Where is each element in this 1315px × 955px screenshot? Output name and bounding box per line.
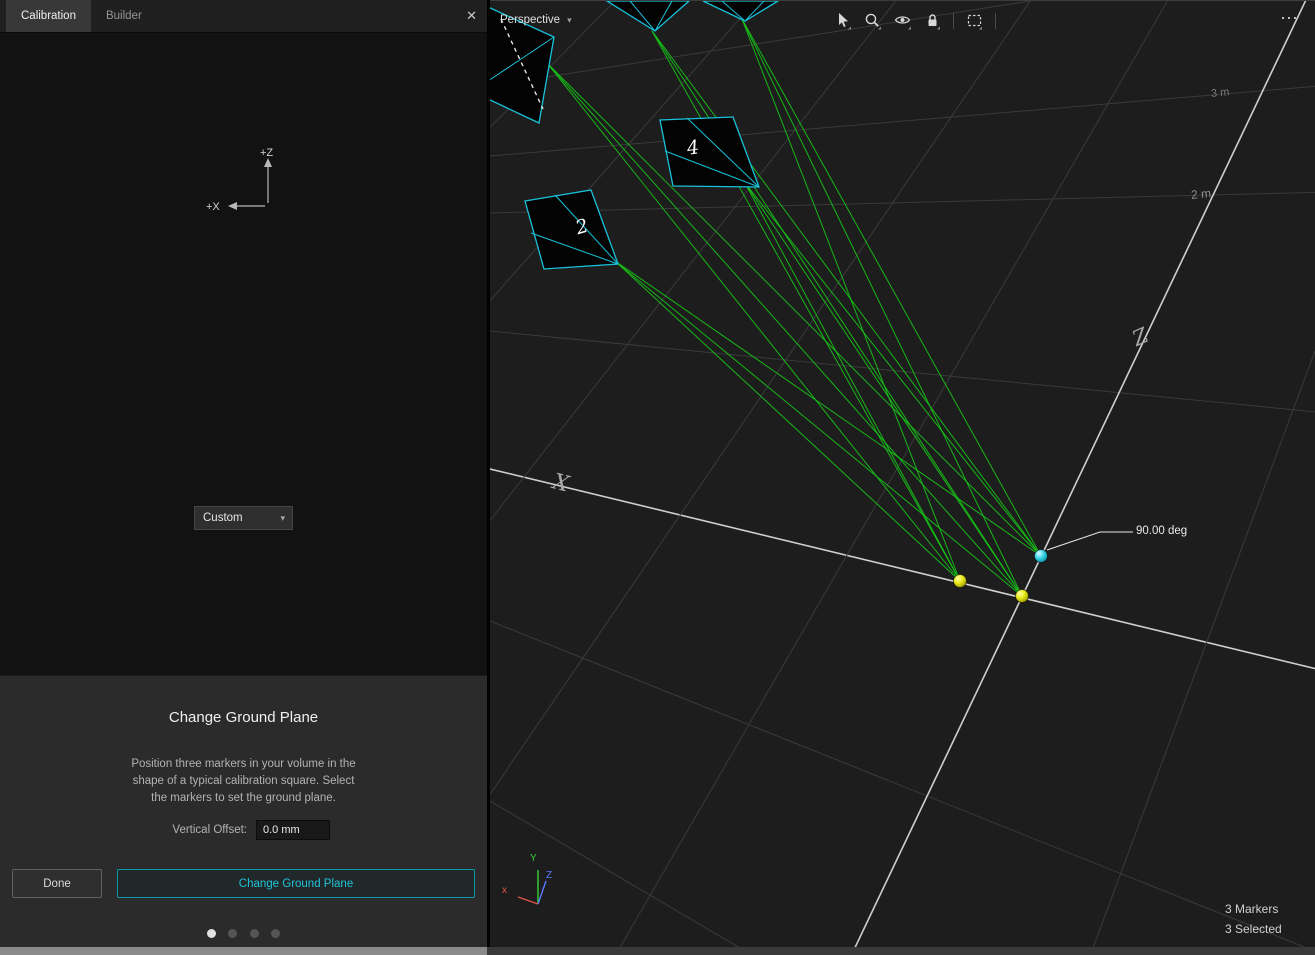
view-mode-dropdown[interactable]: Perspective ▾ [500, 14, 572, 26]
tracking-ray [745, 183, 1041, 556]
cursor-tool-icon[interactable] [835, 12, 852, 30]
tracking-ray [547, 63, 960, 581]
selected-count: 3 Selected [1225, 922, 1282, 936]
viewport-toolbar [835, 12, 996, 30]
grid-3m-label: 3 m [1210, 86, 1229, 100]
tab-builder[interactable]: Builder [91, 0, 157, 32]
tab-calibration[interactable]: Calibration [6, 0, 91, 32]
chevron-down-icon: ▾ [567, 15, 572, 26]
close-icon[interactable]: ✕ [466, 8, 477, 24]
marker-sphere[interactable] [954, 575, 967, 588]
camera-frustum[interactable] [525, 190, 618, 269]
page-dot[interactable] [228, 929, 237, 938]
page-dot[interactable] [250, 929, 259, 938]
grid-line [487, 86, 1315, 157]
marker-sphere[interactable] [1035, 550, 1048, 563]
panel-divider[interactable] [487, 0, 490, 947]
done-button[interactable]: Done [12, 869, 102, 898]
view-mode-value: Perspective [500, 14, 560, 26]
tracking-ray [742, 19, 1022, 596]
grid-x-axis-line [487, 467, 1315, 669]
grid-2m-label: 2 m [1190, 186, 1211, 202]
axis-z-label: +Z [260, 147, 273, 159]
grid-line [1090, 1, 1315, 947]
more-options-icon[interactable]: ⋯ [1280, 8, 1299, 29]
angle-annotation: 90.00 deg [1136, 525, 1187, 537]
grid-line [487, 618, 1315, 947]
tracking-ray [742, 19, 960, 581]
marker-sphere[interactable] [1016, 590, 1029, 603]
grid-line [487, 330, 1315, 412]
grid-line [487, 796, 1315, 947]
calibration-square-dropdown[interactable]: Custom ▾ [194, 506, 293, 530]
toolbar-divider [953, 13, 954, 29]
lock-tool-icon[interactable] [924, 12, 941, 30]
camera-frustum[interactable] [607, 1, 689, 31]
calibration-panel: Calibration Builder ✕ +Z +X Custom ▾ Cha… [0, 0, 487, 947]
origin-gizmo-axis [538, 881, 546, 904]
description-line: Position three markers in your volume in… [0, 756, 487, 773]
tracking-ray [652, 31, 960, 581]
visibility-tool-icon[interactable] [894, 12, 912, 30]
tracking-ray [652, 31, 1041, 556]
chevron-down-icon: ▾ [280, 507, 285, 529]
tracking-ray [615, 261, 1041, 556]
page-dot[interactable] [207, 929, 216, 938]
pane-title: Change Ground Plane [0, 709, 487, 726]
description-line: shape of a typical calibration square. S… [0, 773, 487, 790]
tracking-ray [615, 261, 960, 581]
angle-leader-line [1047, 532, 1133, 550]
axis-x-label: +X [206, 201, 220, 213]
gizmo-x-label: x [502, 885, 507, 896]
tracking-ray [745, 183, 960, 581]
change-ground-plane-button[interactable]: Change Ground Plane [117, 869, 475, 898]
panel-tabbar: Calibration Builder ✕ [0, 0, 487, 33]
grid-z-axis-line [851, 1, 1315, 947]
ground-plane-preview: +Z +X Custom ▾ [0, 33, 487, 675]
description-line: the markers to set the ground plane. [0, 790, 487, 807]
gizmo-z-label: Z [546, 870, 552, 881]
page-dot[interactable] [271, 929, 280, 938]
bottom-scrollbar-thumb[interactable] [0, 947, 487, 955]
gizmo-y-label: Y [530, 853, 537, 864]
marquee-select-tool-icon[interactable] [966, 12, 983, 30]
vertical-offset-input[interactable] [256, 820, 330, 840]
zoom-tool-icon[interactable] [864, 12, 882, 30]
dropdown-value: Custom [203, 512, 243, 524]
wizard-pagination [0, 925, 487, 943]
markers-count: 3 Markers [1225, 902, 1278, 916]
origin-gizmo-axis [518, 897, 538, 904]
vertical-offset-label: Vertical Offset: [0, 824, 247, 836]
change-ground-plane-pane: Change Ground Plane Position three marke… [0, 675, 487, 947]
camera-frustum[interactable] [703, 1, 778, 21]
3d-viewport[interactable]: Perspective ▾ [487, 0, 1315, 947]
tracking-ray [745, 183, 1022, 596]
toolbar-divider [995, 13, 996, 29]
application-window: Calibration Builder ✕ +Z +X Custom ▾ Cha… [0, 0, 1315, 955]
pane-description: Position three markers in your volume in… [0, 756, 487, 807]
3d-scene[interactable] [487, 1, 1315, 947]
tracking-ray [742, 19, 1041, 556]
camera-frustum[interactable] [660, 117, 759, 187]
